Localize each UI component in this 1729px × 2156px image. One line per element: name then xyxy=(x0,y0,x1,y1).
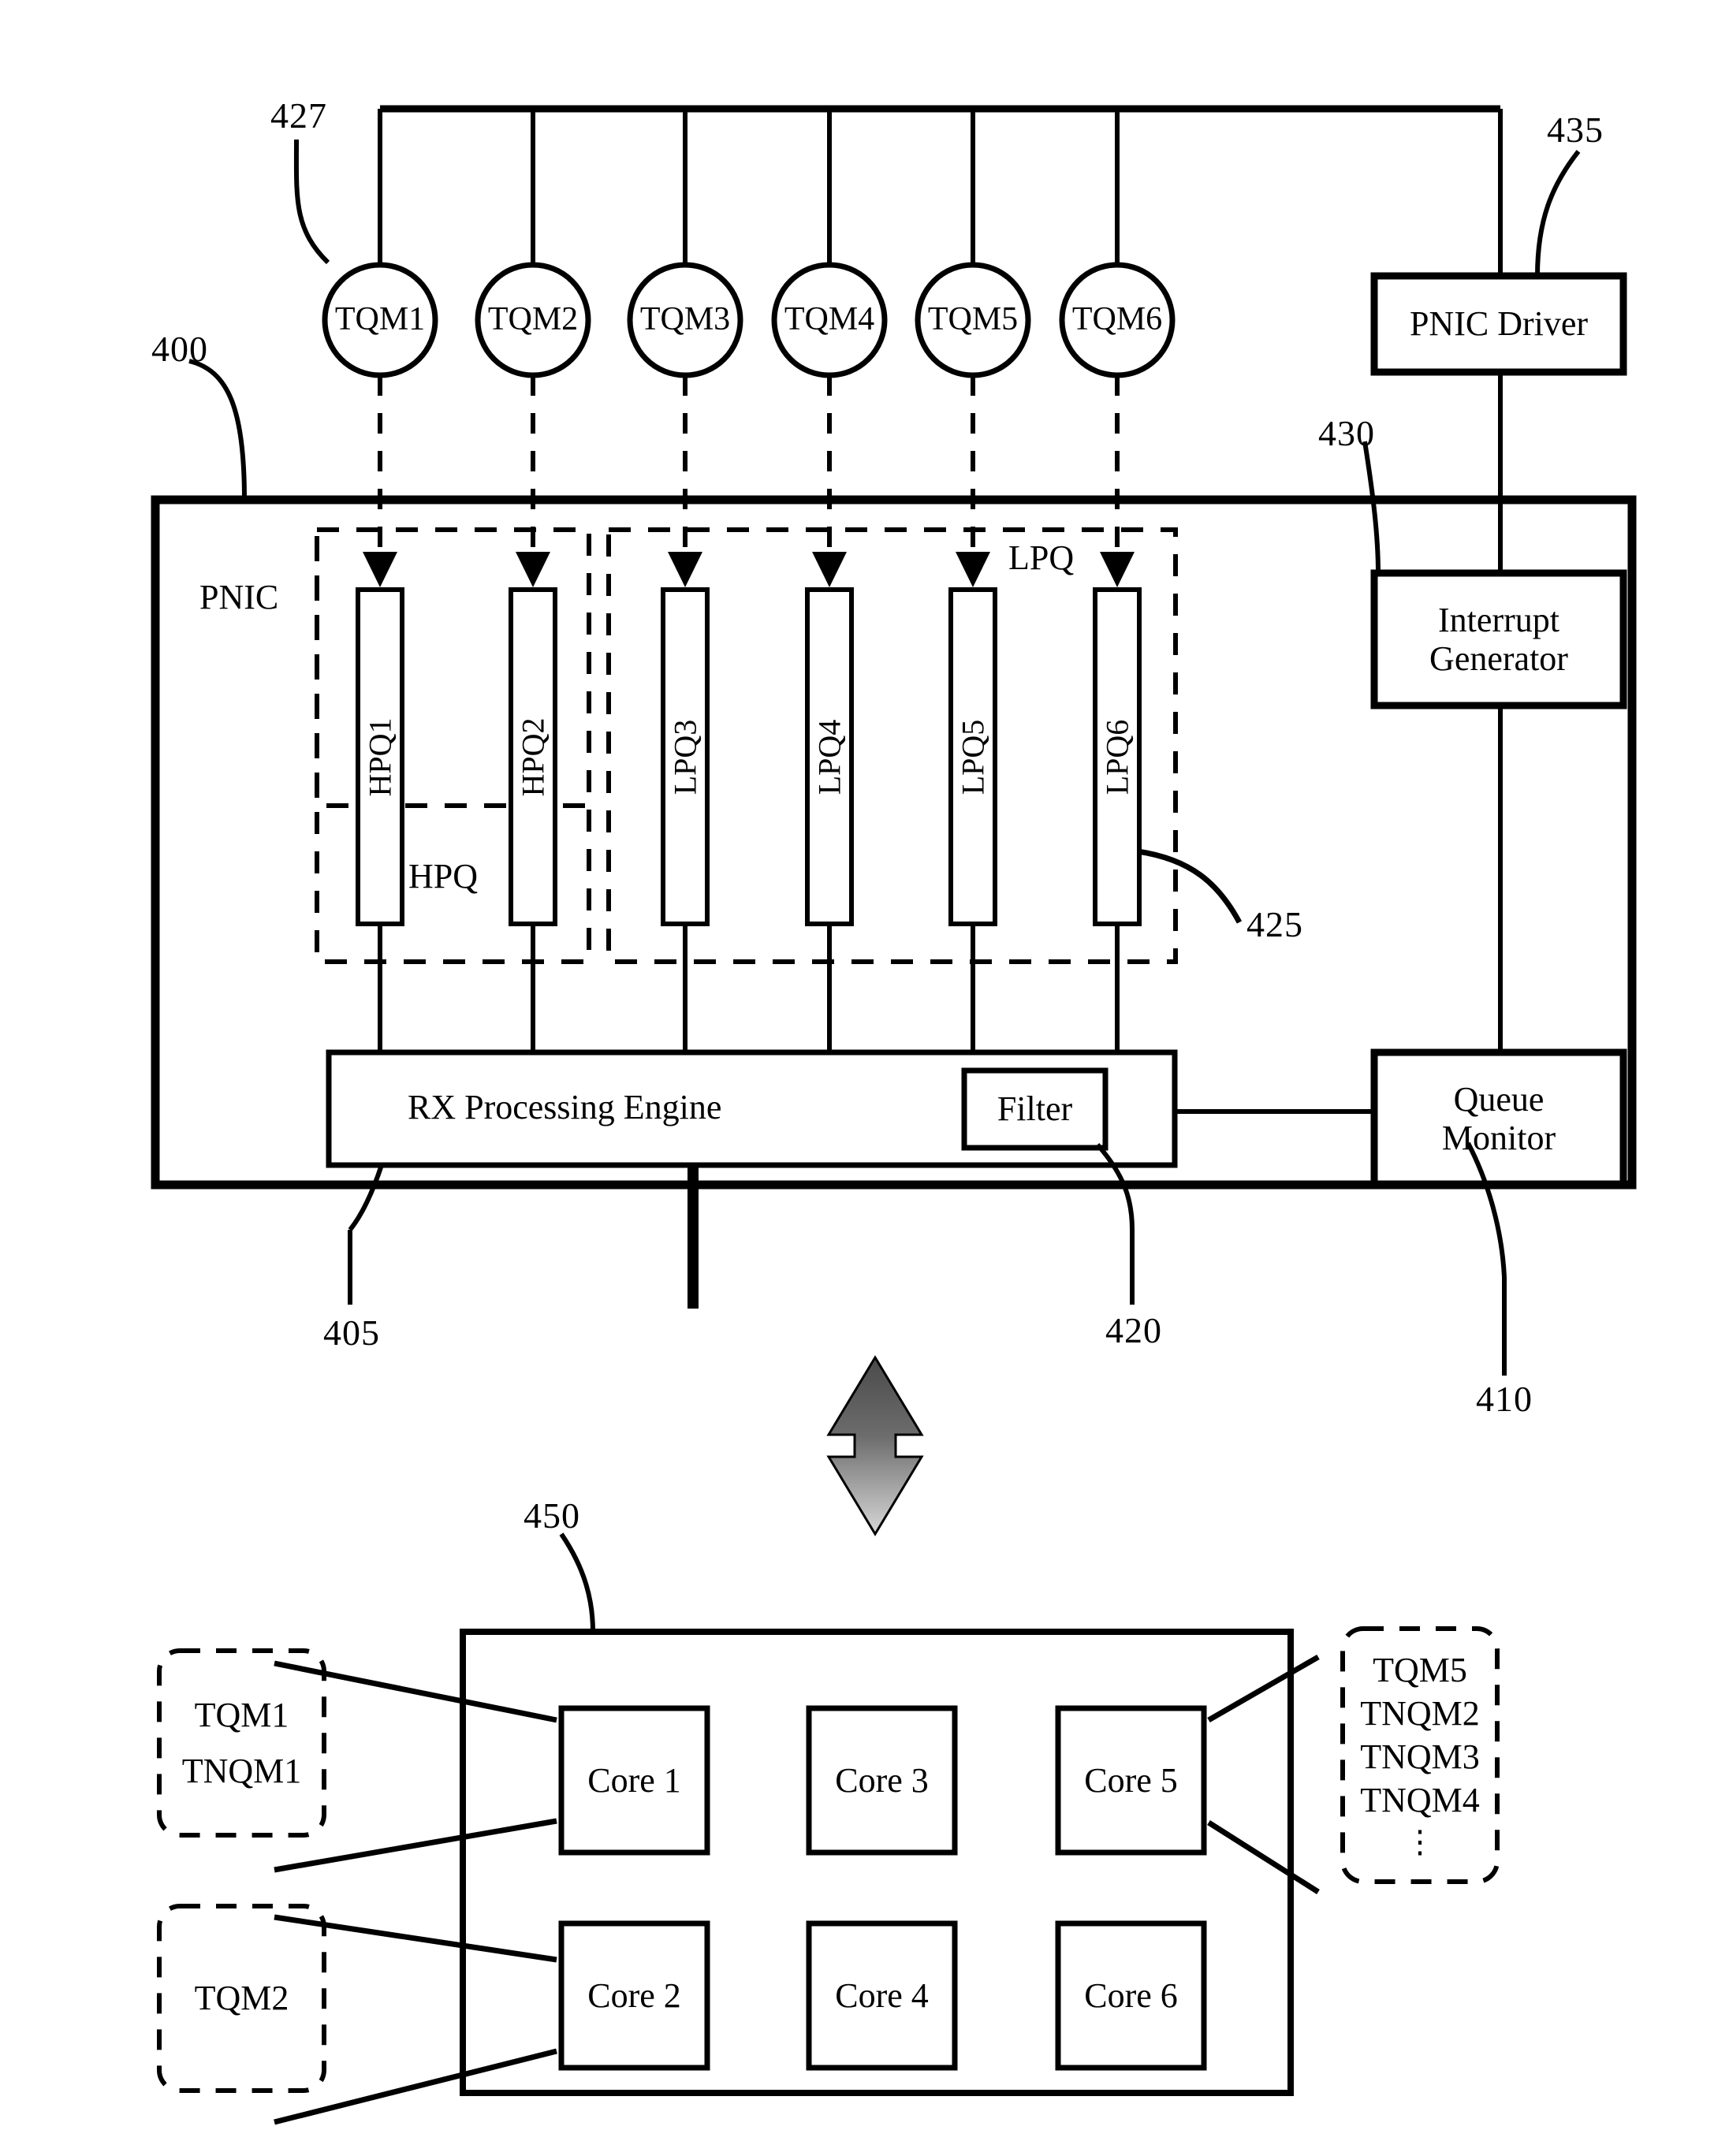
queue-monitor-label-line1: Queue xyxy=(1453,1079,1545,1119)
core-1-block: Core 1 xyxy=(561,1708,707,1853)
queue-lpq3: LPQ3 xyxy=(663,590,707,924)
tqm-circle-3: TQM3 xyxy=(630,300,740,340)
tqm-circle-1: TQM1 xyxy=(325,300,435,340)
core-2-block: Core 2 xyxy=(561,1923,707,2068)
annotation-core5-ellipsis: ⋮ xyxy=(1404,1823,1436,1860)
annotation-core2-line1: TQM2 xyxy=(194,1979,289,2018)
core-6-label: Core 6 xyxy=(1084,1975,1178,2015)
queue-lpq3-label: LPQ3 xyxy=(667,719,703,795)
tqm-circle-3-label: TQM3 xyxy=(639,301,731,338)
ref-425: 425 xyxy=(1246,904,1303,944)
filter-block: Filter xyxy=(964,1071,1105,1148)
interrupt-generator-label-line1: Interrupt xyxy=(1438,600,1559,639)
lpq-group-label: LPQ xyxy=(1008,538,1075,577)
queue-hpq2: HPQ2 xyxy=(511,590,555,924)
patent-figure: 427 435 400 430 425 405 420 410 450 TQM1… xyxy=(0,0,1729,2156)
annotation-core1-line2: TNQM1 xyxy=(181,1752,302,1790)
tqm-circle-4: TQM4 xyxy=(774,300,885,340)
queue-lpq6-label: LPQ6 xyxy=(1099,719,1135,795)
queue-monitor-block: Queue Monitor xyxy=(1374,1052,1623,1185)
queue-hpq2-label: HPQ2 xyxy=(515,717,551,797)
bidirectional-arrow xyxy=(826,1355,924,1536)
queue-lpq5-label: LPQ5 xyxy=(955,719,991,795)
tqm-circle-1-label: TQM1 xyxy=(334,301,426,338)
ref-410: 410 xyxy=(1476,1379,1533,1419)
core-6-block: Core 6 xyxy=(1058,1923,1204,2068)
core-1-label: Core 1 xyxy=(587,1760,681,1800)
ref-450: 450 xyxy=(524,1495,580,1536)
core-3-label: Core 3 xyxy=(835,1760,929,1800)
rx-processing-engine-label: RX Processing Engine xyxy=(408,1088,722,1126)
tqm-circle-5: TQM5 xyxy=(918,300,1028,340)
annotation-core1-line1: TQM1 xyxy=(194,1695,289,1734)
ref-400: 400 xyxy=(151,329,208,369)
tqm-circle-6-label: TQM6 xyxy=(1071,301,1163,338)
hpq-group-label: HPQ xyxy=(408,857,479,896)
core-4-block: Core 4 xyxy=(809,1923,955,2068)
ref-405: 405 xyxy=(323,1313,380,1353)
queue-lpq4-label: LPQ4 xyxy=(811,719,848,795)
core-4-label: Core 4 xyxy=(835,1975,929,2015)
annotation-core5-line2: TNQM2 xyxy=(1360,1693,1480,1733)
annotation-core5-line1: TQM5 xyxy=(1373,1650,1467,1689)
queue-lpq6: LPQ6 xyxy=(1095,590,1139,924)
pnic-driver-label: PNIC Driver xyxy=(1409,304,1589,344)
tqm-circle-4-label: TQM4 xyxy=(784,301,875,338)
pnic-label: PNIC xyxy=(199,578,279,616)
tqm-circle-5-label: TQM5 xyxy=(927,301,1019,338)
tqm-circle-6: TQM6 xyxy=(1062,300,1172,340)
queue-lpq4: LPQ4 xyxy=(807,590,851,924)
annotation-core5-queues: TQM5 TNQM2 TNQM3 TNQM4 ⋮ xyxy=(1340,1629,1500,1882)
queue-hpq1-label: HPQ1 xyxy=(362,717,398,797)
ref-430: 430 xyxy=(1318,413,1375,453)
queue-lpq5: LPQ5 xyxy=(951,590,995,924)
ref-427: 427 xyxy=(270,95,327,136)
ref-420: 420 xyxy=(1105,1310,1162,1350)
interrupt-generator-label-line2: Generator xyxy=(1429,639,1568,678)
interrupt-generator-block: Interrupt Generator xyxy=(1374,573,1623,706)
core-2-label: Core 2 xyxy=(587,1975,681,2015)
queue-hpq1: HPQ1 xyxy=(358,590,402,924)
queue-monitor-label-line2: Monitor xyxy=(1441,1119,1556,1157)
core-5-block: Core 5 xyxy=(1058,1708,1204,1853)
core-3-block: Core 3 xyxy=(809,1708,955,1853)
annotation-core1-queues: TQM1 TNQM1 xyxy=(159,1651,324,1835)
pnic-driver-block: PNIC Driver xyxy=(1374,276,1623,372)
annotation-core2-queues: TQM2 xyxy=(159,1906,324,2091)
annotation-core5-line3: TNQM3 xyxy=(1360,1737,1480,1777)
core-5-label: Core 5 xyxy=(1084,1760,1178,1800)
filter-label: Filter xyxy=(997,1089,1073,1129)
tqm-circle-2: TQM2 xyxy=(478,300,588,340)
annotation-core5-line4: TNQM4 xyxy=(1360,1781,1480,1820)
tqm-circle-2-label: TQM2 xyxy=(487,301,579,338)
ref-435: 435 xyxy=(1547,110,1604,150)
